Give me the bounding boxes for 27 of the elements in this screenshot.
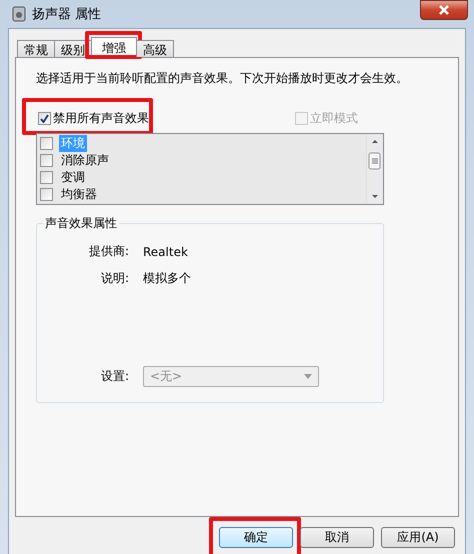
checkbox[interactable] (40, 154, 53, 167)
checkbox[interactable] (40, 137, 53, 150)
tab[interactable]: 高级 (136, 40, 174, 57)
caret-icon (304, 374, 312, 379)
disable-effects-checkbox[interactable]: 禁用所有声音效果 (38, 110, 149, 127)
dialog-button[interactable]: 应用(A) (381, 527, 455, 548)
dialog-button[interactable]: 确定 (219, 527, 293, 548)
window-title: 扬声器 属性 (32, 6, 102, 23)
field-value: Realtek (143, 244, 188, 258)
scrollbar[interactable] (366, 134, 383, 204)
checkbox[interactable] (40, 171, 53, 184)
field-label: 说明: (100, 270, 129, 287)
field-label: 提供商: (88, 243, 129, 260)
list-item[interactable]: 消除原声 (59, 152, 111, 169)
list-item[interactable]: 变调 (59, 169, 87, 186)
close-icon (438, 5, 450, 15)
description-text: 选择适用于当前聆听配置的声音效果。下次开始播放时更改才会生效。 (36, 70, 408, 86)
checkbox[interactable] (38, 112, 51, 125)
dialog-button[interactable]: 取消 (300, 527, 374, 548)
list-item[interactable]: 均衡器 (59, 186, 99, 203)
tab[interactable]: 常规 (17, 40, 55, 57)
group-title: 声音效果属性 (43, 215, 119, 232)
close-button[interactable] (420, 0, 468, 20)
field-label: 设置: (100, 368, 129, 385)
speaker-icon (12, 6, 26, 22)
field-value: 模拟多个 (143, 270, 191, 287)
checkbox[interactable] (40, 188, 53, 201)
